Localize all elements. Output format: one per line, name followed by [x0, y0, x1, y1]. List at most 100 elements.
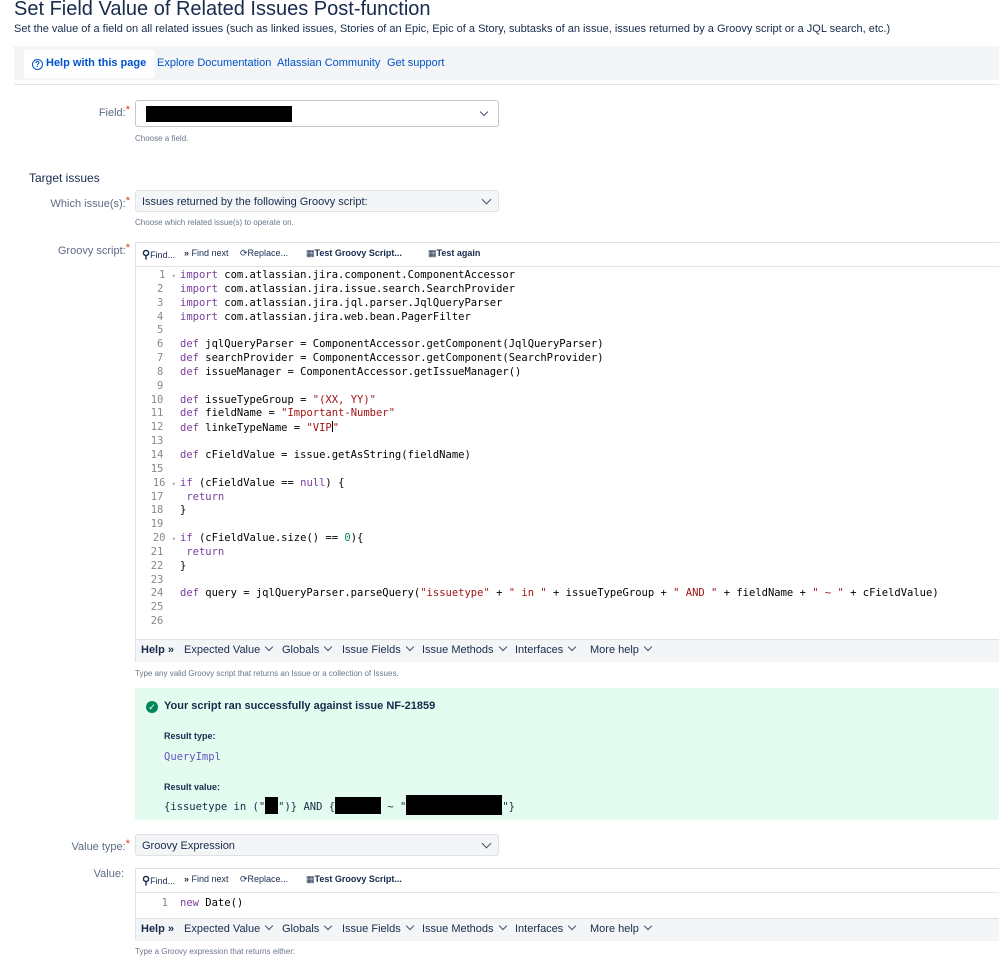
- issue-methods-menu[interactable]: Issue Methods: [422, 644, 506, 656]
- expected-value-menu[interactable]: Expected Value: [184, 923, 272, 935]
- code-line: import com.atlassian.jira.jql.parser.Jql…: [180, 297, 939, 311]
- test-script-button[interactable]: ▦Test Groovy Script...: [306, 874, 402, 885]
- code-line: [180, 435, 939, 449]
- which-issues-select[interactable]: Issues returned by the following Groovy …: [135, 190, 499, 212]
- value-type-label: Value type:*: [20, 838, 130, 853]
- divider: [136, 892, 999, 893]
- groovy-script-label: Groovy script:*: [20, 242, 130, 257]
- result-value: {issuetype in ("")} AND { ~ ""}: [164, 795, 515, 815]
- result-value-label: Result value:: [164, 782, 220, 792]
- code-line: def searchProvider = ComponentAccessor.g…: [180, 352, 939, 366]
- help-with-page-link[interactable]: ?Help with this page: [24, 50, 154, 78]
- which-issues-label: Which issue(s):*: [20, 195, 130, 210]
- code-line: return: [180, 546, 939, 560]
- code-line: import com.atlassian.jira.web.bean.Pager…: [180, 311, 939, 325]
- code-line: def query = jqlQueryParser.parseQuery("i…: [180, 587, 939, 601]
- more-help-menu[interactable]: More help: [590, 644, 651, 656]
- success-message: Your script ran successfully against iss…: [164, 700, 435, 712]
- test-icon: ▦: [306, 874, 315, 884]
- interfaces-menu[interactable]: Interfaces: [515, 644, 575, 656]
- issue-fields-menu[interactable]: Issue Fields: [342, 923, 413, 935]
- divider: [14, 84, 999, 85]
- success-panel: ✓ Your script ran successfully against i…: [135, 688, 999, 820]
- support-link[interactable]: Get support: [387, 50, 444, 80]
- chevron-down-icon: [480, 108, 488, 116]
- field-hint: Choose a field.: [135, 134, 188, 143]
- test-script-button[interactable]: ▦Test Groovy Script...: [306, 248, 402, 259]
- replace-icon: ⟳: [240, 248, 248, 258]
- help-link[interactable]: Help »: [141, 923, 174, 935]
- code-line: def issueTypeGroup = "(XX, YY)": [180, 394, 939, 408]
- double-chevron-icon: »: [184, 248, 189, 258]
- result-type-label: Result type:: [164, 731, 216, 741]
- editor-toolbar: ⚲Find... » Find next ⟳Replace... ▦Test G…: [136, 243, 999, 265]
- test-again-button[interactable]: ▦Test again: [428, 248, 480, 259]
- value-editor[interactable]: ⚲Find... » Find next ⟳Replace... ▦Test G…: [135, 868, 999, 940]
- community-link[interactable]: Atlassian Community: [277, 50, 380, 80]
- double-chevron-icon: »: [184, 874, 189, 884]
- chevron-down-icon: [498, 643, 506, 651]
- code-line: [180, 463, 939, 477]
- value-type-value: Groovy Expression: [142, 835, 235, 857]
- chevron-down-icon: [405, 643, 413, 651]
- field-label: Field:*: [40, 104, 130, 119]
- chevron-down-icon: [498, 922, 506, 930]
- expected-value-menu[interactable]: Expected Value: [184, 644, 272, 656]
- interfaces-menu[interactable]: Interfaces: [515, 923, 575, 935]
- chevron-down-icon: [568, 922, 576, 930]
- replace-button[interactable]: ⟳Replace...: [240, 874, 288, 885]
- find-button[interactable]: ⚲Find...: [142, 248, 175, 261]
- code-line: [180, 518, 939, 532]
- question-icon: ?: [32, 59, 43, 70]
- value-editor-toolbar: ⚲Find... » Find next ⟳Replace... ▦Test G…: [136, 869, 999, 891]
- globals-menu[interactable]: Globals: [282, 644, 331, 656]
- which-issues-value: Issues returned by the following Groovy …: [142, 191, 368, 213]
- find-button[interactable]: ⚲Find...: [142, 874, 175, 887]
- code-line: if (cFieldValue.size() == 0){: [180, 532, 939, 546]
- chevron-down-icon: [482, 195, 492, 205]
- double-chevron-icon: »: [168, 644, 174, 656]
- page-subtitle: Set the value of a field on all related …: [14, 23, 890, 35]
- chevron-down-icon: [568, 643, 576, 651]
- chevron-down-icon: [482, 839, 492, 849]
- redacted-value: [335, 797, 381, 814]
- globals-menu[interactable]: Globals: [282, 923, 331, 935]
- help-bar: ?Help with this page Explore Documentati…: [14, 46, 999, 80]
- code-line: [180, 380, 939, 394]
- find-next-button[interactable]: » Find next: [184, 248, 229, 258]
- code-line: [180, 574, 939, 588]
- chevron-down-icon: [265, 922, 273, 930]
- chevron-down-icon: [405, 922, 413, 930]
- code-line: import com.atlassian.jira.component.Comp…: [180, 269, 939, 283]
- code-line: return: [180, 491, 939, 505]
- redacted-field-value: [146, 106, 292, 122]
- value-type-select[interactable]: Groovy Expression: [135, 834, 499, 856]
- explore-docs-link[interactable]: Explore Documentation: [157, 50, 271, 80]
- more-help-menu[interactable]: More help: [590, 923, 651, 935]
- code-area[interactable]: import com.atlassian.jira.component.Comp…: [180, 269, 939, 629]
- value-hint: Type a Groovy expression that returns ei…: [135, 947, 295, 956]
- which-issues-hint: Choose which related issue(s) to operate…: [135, 218, 294, 227]
- search-icon: ⚲: [142, 875, 150, 887]
- find-next-button[interactable]: » Find next: [184, 874, 229, 884]
- search-icon: ⚲: [142, 249, 150, 261]
- chevron-down-icon: [324, 643, 332, 651]
- code-line: def fieldName = "Important-Number": [180, 407, 939, 421]
- issue-fields-menu[interactable]: Issue Fields: [342, 644, 413, 656]
- test-icon: ▦: [306, 248, 315, 258]
- code-line: }: [180, 504, 939, 518]
- test-icon: ▦: [428, 248, 437, 258]
- replace-button[interactable]: ⟳Replace...: [240, 248, 288, 259]
- redacted-value: [265, 797, 278, 814]
- chevron-down-icon: [644, 643, 652, 651]
- groovy-script-editor[interactable]: ⚲Find... » Find next ⟳Replace... ▦Test G…: [135, 242, 999, 662]
- replace-icon: ⟳: [240, 874, 248, 884]
- code-line: def jqlQueryParser = ComponentAccessor.g…: [180, 338, 939, 352]
- value-code-area[interactable]: new Date(): [180, 897, 243, 911]
- code-line: def linkeTypeName = "VIP": [180, 421, 939, 435]
- issue-methods-menu[interactable]: Issue Methods: [422, 923, 506, 935]
- chevron-down-icon: [324, 922, 332, 930]
- field-select[interactable]: [135, 100, 499, 127]
- help-link[interactable]: Help »: [141, 644, 174, 656]
- redacted-value: [406, 795, 502, 815]
